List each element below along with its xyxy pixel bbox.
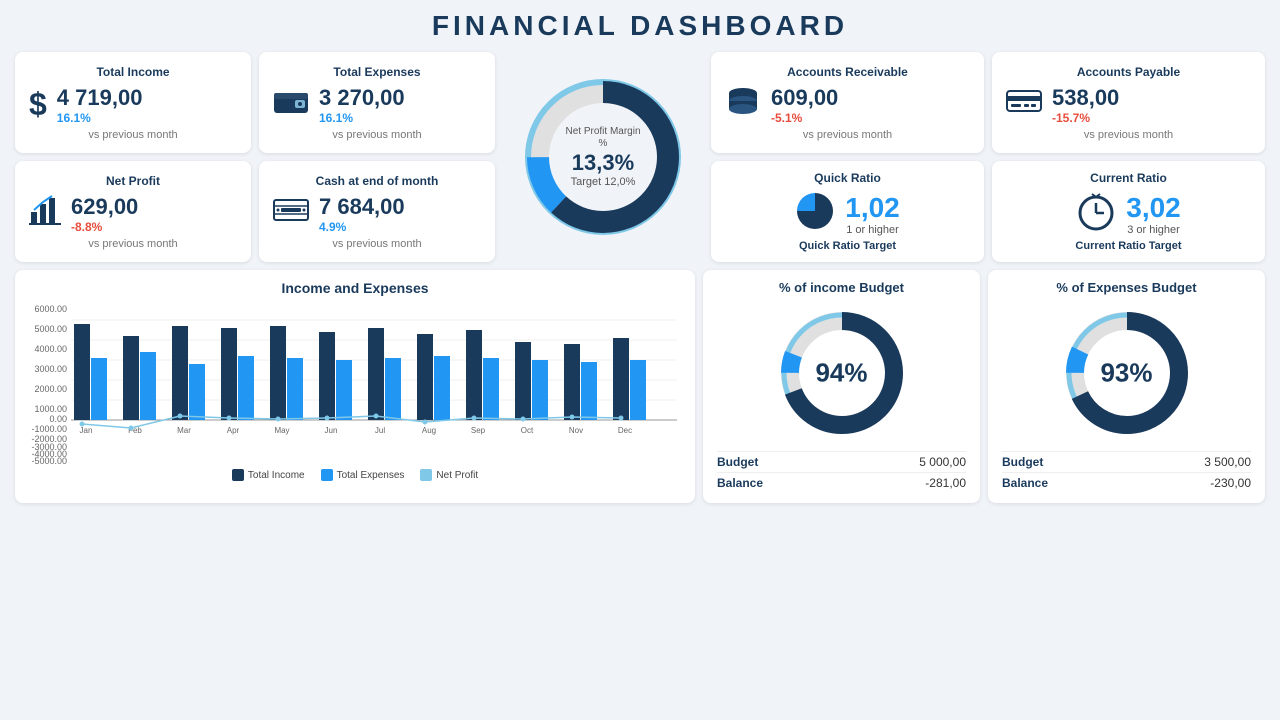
kpi-quick-ratio: Quick Ratio 1,02 1 or higher Quick Ratio…: [711, 161, 984, 262]
income-budget-info: Budget 5 000,00 Balance -281,00: [717, 451, 966, 493]
expenses-budget-value: 3 500,00: [1204, 455, 1251, 469]
chart-title: Income and Expenses: [29, 280, 681, 296]
current-ratio-target: 3 or higher: [1126, 224, 1181, 236]
svg-text:2000.00: 2000.00: [34, 384, 67, 394]
svg-text:-1000.00: -1000.00: [31, 424, 67, 434]
accounts-payable-value: 538,00: [1052, 85, 1119, 111]
kpi-cash-end-month-vs: vs previous month: [273, 238, 481, 250]
kpi-total-income-change: 16.1%: [57, 111, 143, 125]
donut-label: Net Profit Margin %: [561, 126, 646, 150]
kpi-total-expenses: Total Expenses 3 270,00 16.1% vs previou…: [259, 52, 495, 153]
svg-text:Apr: Apr: [227, 426, 240, 435]
quick-ratio-value: 1,02: [845, 192, 900, 224]
kpi-accounts-receivable: Accounts Receivable 609,00 -5.1% vs p: [711, 52, 984, 153]
expenses-balance-value: -230,00: [1210, 476, 1251, 490]
svg-text:4000.00: 4000.00: [34, 344, 67, 354]
legend-total-expenses: Total Expenses: [321, 469, 405, 481]
svg-text:Sep: Sep: [471, 426, 486, 435]
timer-icon: [1076, 191, 1116, 236]
kpi-total-income: Total Income $ 4 719,00 16.1% vs previou…: [15, 52, 251, 153]
svg-text:6000.00: 6000.00: [34, 304, 67, 314]
current-ratio-title: Current Ratio: [1006, 171, 1251, 185]
net-profit-margin-donut: Net Profit Margin % 13,3% Target 12,0%: [503, 52, 703, 262]
income-budget-value: 5 000,00: [919, 455, 966, 469]
legend-net-profit: Net Profit: [420, 469, 478, 481]
chart-legend: Total Income Total Expenses Net Profit: [29, 469, 681, 481]
expenses-budget-title: % of Expenses Budget: [1056, 280, 1196, 295]
kpi-total-expenses-change: 16.1%: [319, 111, 405, 125]
kpi-total-expenses-value: 3 270,00: [319, 85, 405, 111]
expenses-budget-label: Budget: [1002, 455, 1043, 469]
kpi-total-income-vs: vs previous month: [29, 129, 237, 141]
svg-text:Jul: Jul: [375, 426, 385, 435]
current-ratio-footer: Current Ratio Target: [1006, 240, 1251, 252]
legend-total-income: Total Income: [232, 469, 305, 481]
legend-expenses-dot: [321, 469, 333, 481]
legend-income-dot: [232, 469, 244, 481]
dollar-icon: $: [29, 86, 47, 123]
accounts-payable-change: -15.7%: [1052, 111, 1119, 125]
kpi-accounts-payable: Accounts Payable 538,00 -15.7% vs pre: [992, 52, 1265, 153]
income-expenses-chart: Income and Expenses 6000.00 5000.00 4000…: [15, 270, 695, 503]
svg-text:0.00: 0.00: [49, 414, 67, 424]
kpi-cash-end-month-change: 4.9%: [319, 220, 405, 234]
svg-text:Jun: Jun: [325, 426, 338, 435]
kpi-net-profit-title: Net Profit: [29, 174, 237, 188]
svg-text:Nov: Nov: [569, 426, 583, 435]
income-budget-pct: 94%: [815, 358, 867, 389]
kpi-total-expenses-title: Total Expenses: [273, 65, 481, 79]
kpi-net-profit-value: 629,00: [71, 194, 138, 220]
svg-text:-5000.00: -5000.00: [31, 456, 67, 465]
accounts-receivable-title: Accounts Receivable: [725, 65, 970, 79]
income-budget-card: % of income Budget 94% Budget 5 000,00: [703, 270, 980, 503]
kpi-net-profit-change: -8.8%: [71, 220, 138, 234]
donut-target: Target 12,0%: [561, 176, 646, 188]
donut-value: 13,3%: [561, 150, 646, 176]
cash-icon: [273, 196, 309, 231]
svg-text:Dec: Dec: [618, 426, 632, 435]
kpi-cash-end-month-value: 7 684,00: [319, 194, 405, 220]
current-ratio-value: 3,02: [1126, 192, 1181, 224]
income-balance-label: Balance: [717, 476, 763, 490]
svg-text:Oct: Oct: [521, 426, 534, 435]
quick-ratio-target: 1 or higher: [845, 224, 900, 236]
expenses-budget-card: % of Expenses Budget 93% Budget 3 500,00: [988, 270, 1265, 503]
kpi-current-ratio: Current Ratio 3,02 3 or higher Curren: [992, 161, 1265, 262]
income-balance-value: -281,00: [925, 476, 966, 490]
legend-net-profit-dot: [420, 469, 432, 481]
quick-ratio-title: Quick Ratio: [725, 171, 970, 185]
accounts-payable-title: Accounts Payable: [1006, 65, 1251, 79]
svg-text:Mar: Mar: [177, 426, 191, 435]
svg-text:Jan: Jan: [80, 426, 93, 435]
accounts-receivable-change: -5.1%: [771, 111, 838, 125]
kpi-total-income-value: 4 719,00: [57, 85, 143, 111]
kpi-total-expenses-vs: vs previous month: [273, 129, 481, 141]
wallet-icon: [273, 87, 309, 122]
expenses-balance-label: Balance: [1002, 476, 1048, 490]
kpi-net-profit: Net Profit 629,00 -8.8% vs previous m: [15, 161, 251, 262]
accounts-payable-vs: vs previous month: [1006, 129, 1251, 141]
svg-text:May: May: [274, 426, 289, 435]
svg-text:1000.00: 1000.00: [34, 404, 67, 414]
income-budget-label: Budget: [717, 455, 758, 469]
expenses-budget-pct: 93%: [1100, 358, 1152, 389]
page-title: FINANCIAL DASHBOARD: [15, 10, 1265, 42]
kpi-total-income-title: Total Income: [29, 65, 237, 79]
quick-ratio-footer: Quick Ratio Target: [725, 240, 970, 252]
kpi-net-profit-vs: vs previous month: [29, 238, 237, 250]
svg-text:3000.00: 3000.00: [34, 364, 67, 374]
accounts-receivable-value: 609,00: [771, 85, 838, 111]
kpi-cash-end-month-title: Cash at end of month: [273, 174, 481, 188]
bar-chart-icon: [29, 194, 61, 233]
pie-chart-icon: [795, 191, 835, 236]
kpi-cash-end-month: Cash at end of month 7 684,00 4.9%: [259, 161, 495, 262]
coins-icon: [725, 87, 761, 122]
svg-text:Aug: Aug: [422, 426, 436, 435]
svg-text:5000.00: 5000.00: [34, 324, 67, 334]
expenses-budget-info: Budget 3 500,00 Balance -230,00: [1002, 451, 1251, 493]
credit-card-icon: [1006, 87, 1042, 122]
accounts-receivable-vs: vs previous month: [725, 129, 970, 141]
income-budget-title: % of income Budget: [779, 280, 904, 295]
